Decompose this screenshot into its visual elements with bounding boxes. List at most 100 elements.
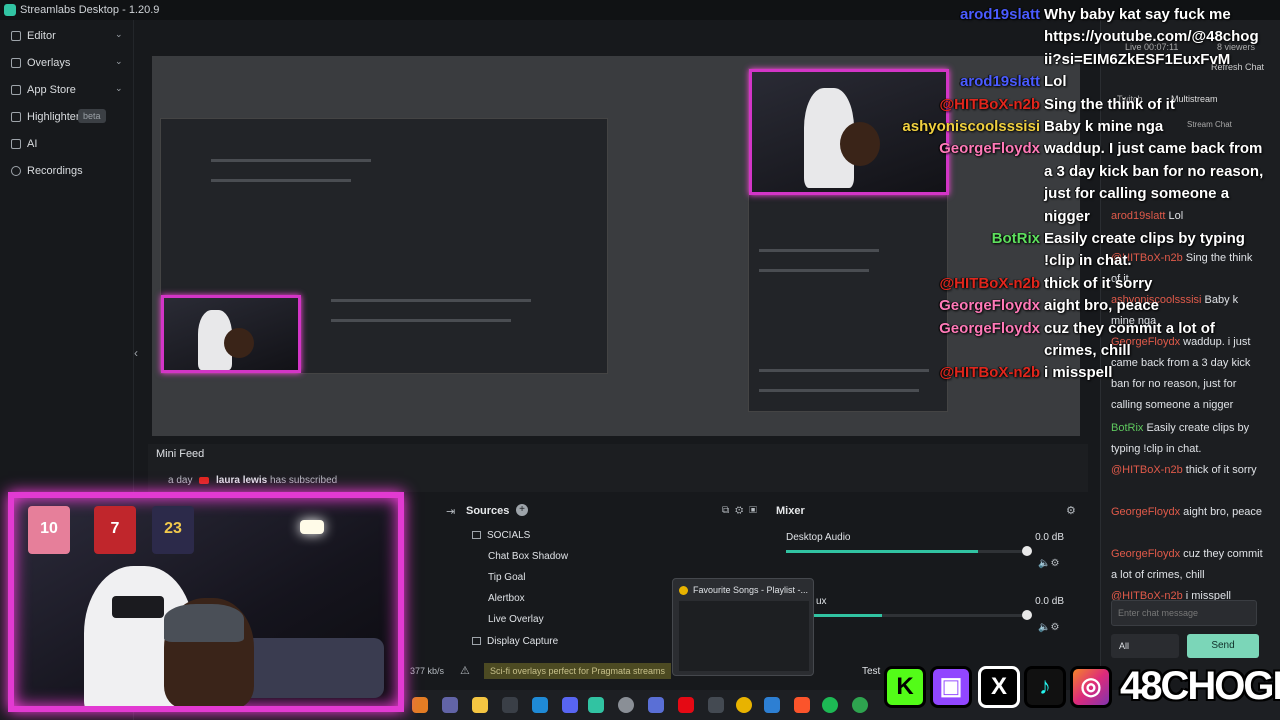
source-label: Tip Goal	[488, 572, 526, 583]
chat-overlay-message: a 3 day kick ban for no reason,	[1044, 162, 1264, 180]
jersey-decor: 23	[152, 506, 194, 554]
source-item[interactable]: SOCIALS	[472, 530, 530, 541]
teams-icon[interactable]	[442, 697, 458, 713]
folder-icon	[472, 531, 481, 540]
volume-slider[interactable]	[786, 546, 1032, 556]
mute-icon[interactable]: 🔈⚙	[1038, 622, 1059, 633]
app-icon[interactable]	[764, 697, 780, 713]
chat-overlay-message: ii?si=EIM6ZkESF1EuxFvM	[1044, 50, 1231, 68]
send-button[interactable]: Send	[1187, 634, 1259, 658]
social-banner: K ▣ X ♪ ◎ 48CHOGII	[884, 662, 1280, 714]
feed-entry-time: a day	[168, 475, 193, 486]
chat-username[interactable]: GeorgeFloydx	[1111, 506, 1180, 518]
sidebar-item-label: Recordings	[27, 165, 83, 177]
chat-overlay-message: just for calling someone a	[1044, 185, 1230, 203]
chat-input[interactable]: Enter chat message	[1111, 600, 1257, 626]
chat-overlay-username: GeorgeFloydx	[939, 319, 1040, 337]
chat-overlay-username: GeorgeFloydx	[939, 297, 1040, 315]
mute-icon[interactable]: 🔈⚙	[1038, 558, 1059, 569]
mixer-title: Mixer	[776, 505, 805, 517]
sidebar-item-label: Overlays	[27, 57, 71, 69]
source-label: SOCIALS	[487, 530, 531, 541]
streamlabs-icon[interactable]	[588, 697, 604, 713]
add-source-icon[interactable]: +	[516, 504, 528, 516]
chrome-icon[interactable]	[736, 697, 752, 713]
feed-entry: a day laura lewis has subscribed	[168, 475, 337, 486]
volume-slider[interactable]	[786, 610, 1032, 620]
feed-entry-name: laura lewis	[216, 475, 268, 486]
source-item[interactable]: Alertbox	[488, 593, 525, 604]
mixer-row-label: Desktop Audio	[786, 532, 851, 543]
source-item[interactable]: Display Capture	[472, 636, 558, 647]
x-icon: X	[978, 666, 1020, 708]
netflix-icon[interactable]	[678, 697, 694, 713]
chevron-down-icon[interactable]: ⌄	[115, 56, 123, 67]
sidebar-item-label: App Store	[27, 84, 76, 96]
display-icon	[472, 637, 481, 646]
source-item[interactable]: Live Overlay	[488, 614, 544, 625]
tiktok-icon: ♪	[1024, 666, 1066, 708]
app-icon[interactable]	[648, 697, 664, 713]
youtube-icon	[199, 476, 210, 484]
xbox-icon[interactable]	[852, 697, 868, 713]
source-label: Chat Box Shadow	[488, 551, 569, 562]
chat-overlay-username: @HITBoX-n2b	[939, 274, 1040, 292]
instagram-icon: ◎	[1070, 666, 1112, 708]
chat-overlay-message: Sing the think of it	[1044, 95, 1175, 113]
chat-overlay-username: ashyoniscoolsssisi	[902, 118, 1040, 135]
chat-message: BotRix Easily create clips by typing !cl…	[1111, 418, 1263, 460]
chat-username[interactable]: BotRix	[1111, 422, 1143, 434]
edge-icon[interactable]	[532, 697, 548, 713]
chat-target-select[interactable]: All	[1111, 634, 1179, 658]
sidebar-item-overlays[interactable]: Overlays ⌄	[0, 50, 134, 76]
chat-overlay-username: arod19slatt	[959, 6, 1040, 23]
source-label: Alertbox	[488, 593, 525, 604]
chat-overlay-message: Easily create clips by typing	[1044, 230, 1245, 247]
chat-overlay: arod19slatt Why baby kat say fuck me https…	[880, 0, 1280, 400]
recordings-icon	[11, 166, 21, 176]
sidebar-item-highlighter[interactable]: Highlighter beta	[0, 104, 134, 130]
source-toolbar-icons[interactable]: ⧉⚙▣	[722, 505, 763, 516]
store-icon[interactable]	[502, 697, 518, 713]
chat-message: GeorgeFloydx aight bro, peace	[1111, 502, 1263, 523]
chat-overlay-message: crimes, chill	[1044, 342, 1131, 359]
collapse-arrow-icon[interactable]: ‹	[134, 346, 138, 360]
chat-text: thick of it sorry	[1185, 464, 1257, 476]
chat-overlay-message: !clip in chat.	[1044, 252, 1132, 270]
chat-overlay-username: @HITBoX-n2b	[939, 95, 1040, 113]
chat-username[interactable]: GeorgeFloydx	[1111, 548, 1180, 560]
warning-icon[interactable]: ⚠	[460, 664, 470, 677]
recursive-preview-left	[160, 118, 608, 374]
chat-overlay-message: i misspell	[1044, 364, 1113, 382]
chat-message: GeorgeFloydx cuz they commit a lot of cr…	[1111, 544, 1263, 586]
sidebar-item-recordings[interactable]: Recordings	[0, 158, 134, 184]
gear-icon[interactable]: ⚙	[1066, 504, 1076, 517]
discord-icon[interactable]	[562, 697, 578, 713]
sidebar-item-editor[interactable]: Editor ⌄	[0, 23, 134, 49]
promo-banner[interactable]: Sci-fi overlays perfect for Pragmata str…	[484, 663, 672, 679]
app-icon[interactable]	[708, 697, 724, 713]
sidebar-item-ai[interactable]: AI	[0, 131, 134, 157]
chat-username[interactable]: @HITBoX-n2b	[1111, 464, 1183, 476]
source-item[interactable]: Tip Goal	[488, 572, 525, 583]
file-explorer-icon[interactable]	[472, 697, 488, 713]
chat-overlay-message: thick of it sorry	[1044, 274, 1153, 292]
chevron-down-icon[interactable]: ⌄	[115, 83, 123, 94]
sidebar-item-label: Editor	[27, 30, 56, 42]
chat-overlay-message: Why baby kat say fuck me	[1044, 6, 1231, 23]
chat-overlay-username: arod19slatt	[959, 73, 1040, 91]
mini-feed-title: Mini Feed	[156, 448, 205, 460]
obs-icon[interactable]	[618, 697, 634, 713]
spotify-icon[interactable]	[822, 697, 838, 713]
app-icon[interactable]	[412, 697, 428, 713]
brave-icon[interactable]	[794, 697, 810, 713]
bitrate-readout: 377 kb/s	[410, 666, 445, 676]
tooltip-title: Favourite Songs - Playlist -...	[693, 585, 809, 595]
scene-transition-icon[interactable]: ⇥	[446, 505, 455, 518]
source-item[interactable]: Chat Box Shadow	[488, 551, 568, 562]
sidebar-item-app-store[interactable]: App Store ⌄	[0, 77, 134, 103]
chevron-down-icon[interactable]: ⌄	[115, 29, 123, 40]
test-button[interactable]: Test	[862, 666, 880, 677]
light-decor	[300, 520, 324, 534]
chat-overlay-username: BotRix	[991, 230, 1040, 247]
